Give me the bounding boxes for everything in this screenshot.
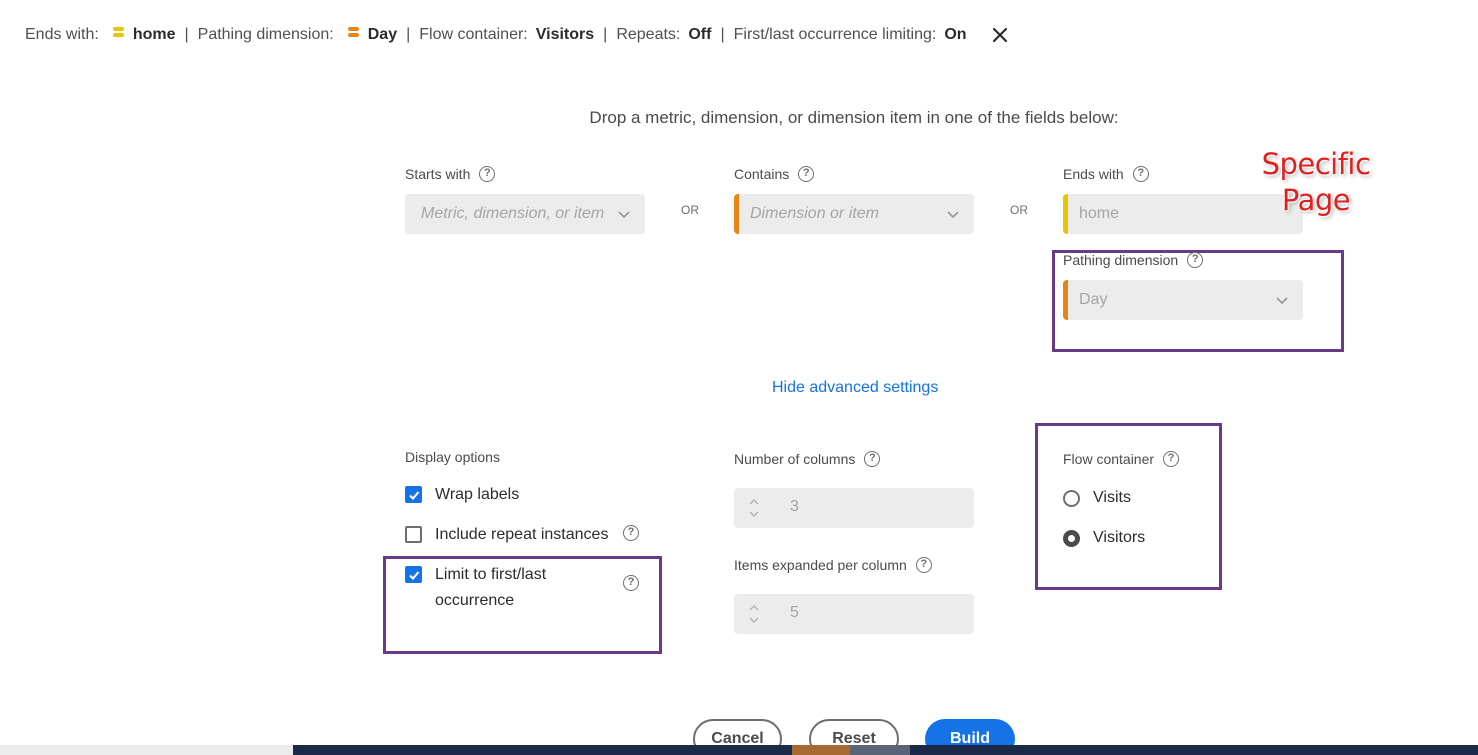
contains-placeholder: Dimension or item — [750, 205, 879, 222]
annotation-line: Specific — [1261, 147, 1371, 181]
path-summary-bar: Ends with: home | Pathing dimension: Day… — [25, 22, 1009, 48]
help-icon[interactable]: ? — [864, 451, 881, 467]
summary-flow-container-label: Flow container: — [419, 26, 528, 43]
help-icon[interactable]: ? — [623, 575, 639, 591]
items-expanded-label-text: Items expanded per column — [734, 557, 907, 573]
or-label: OR — [1010, 203, 1028, 217]
chevron-down-icon[interactable] — [946, 207, 960, 221]
radio-unselected-icon[interactable] — [1063, 489, 1080, 507]
summary-repeats-label: Repeats: — [616, 26, 681, 43]
number-of-columns-value: 3 — [790, 498, 799, 515]
flow-container-label: Flow container ? — [1063, 451, 1180, 467]
radio-visits-label: Visits — [1093, 489, 1131, 506]
radio-visitors-label: Visitors — [1093, 529, 1146, 546]
pathing-dimension-label: Pathing dimension ? — [1063, 252, 1204, 268]
summary-ends-with-value: home — [132, 26, 176, 43]
pathing-dimension-dropzone[interactable]: Day — [1063, 280, 1303, 320]
display-options-title: Display options — [405, 449, 500, 465]
include-repeat-instances-checkbox[interactable]: Include repeat instances — [405, 522, 608, 548]
item-color-stripe — [1063, 194, 1068, 234]
help-icon[interactable]: ? — [798, 166, 815, 182]
limit-first-last-label: Limit to first/last occurrence — [435, 562, 546, 614]
summary-separator: | — [406, 26, 411, 43]
starts-with-label: Starts with ? — [405, 166, 496, 182]
help-icon[interactable]: ? — [1163, 451, 1180, 467]
number-of-columns-label: Number of columns ? — [734, 451, 881, 467]
contains-dropzone[interactable]: Dimension or item — [734, 194, 974, 234]
summary-pathing-dimension-label: Pathing dimension: — [197, 26, 334, 43]
starts-with-placeholder: Metric, dimension, or item — [421, 205, 605, 222]
taskbar-item — [792, 745, 850, 755]
close-icon[interactable] — [991, 26, 1009, 44]
summary-separator: | — [603, 26, 608, 43]
items-expanded-label: Items expanded per column ? — [734, 557, 932, 573]
hide-advanced-settings-link[interactable]: Hide advanced settings — [772, 379, 938, 397]
summary-pathing-dimension-value: Day — [367, 26, 398, 43]
items-expanded-stepper[interactable]: 5 — [734, 594, 974, 634]
wrap-labels-label: Wrap labels — [435, 486, 520, 503]
chevron-down-icon[interactable] — [617, 207, 631, 221]
number-of-columns-stepper[interactable]: 3 — [734, 488, 974, 528]
help-icon[interactable]: ? — [623, 525, 639, 541]
stepper-arrows-icon[interactable] — [748, 602, 760, 626]
summary-separator: | — [184, 26, 189, 43]
pathing-dimension-value: Day — [1079, 291, 1108, 308]
include-repeat-instances-label: Include repeat instances — [435, 526, 609, 543]
checkbox-unchecked-icon[interactable] — [405, 526, 422, 543]
dimension-item-icon — [112, 26, 124, 37]
summary-ends-with-label: Ends with: — [25, 26, 99, 43]
starts-with-dropzone[interactable]: Metric, dimension, or item — [405, 194, 645, 234]
annotation-line: Page — [1281, 183, 1351, 217]
summary-limiting-label: First/last occurrence limiting: — [733, 26, 937, 43]
annotation-specific-page: Specific Page — [1250, 146, 1382, 218]
ends-with-value: home — [1079, 205, 1120, 222]
dimension-icon — [347, 26, 359, 37]
limit-first-last-checkbox[interactable]: Limit to first/last occurrence — [405, 562, 546, 614]
chevron-down-icon[interactable] — [1275, 293, 1289, 307]
limit-first-last-label-line2: occurrence — [435, 592, 515, 609]
drop-instruction: Drop a metric, dimension, or dimension i… — [589, 108, 1119, 127]
radio-visits[interactable]: Visits — [1063, 489, 1131, 507]
ends-with-label-text: Ends with — [1063, 166, 1124, 182]
ends-with-label: Ends with ? — [1063, 166, 1149, 182]
radio-visitors[interactable]: Visitors — [1063, 529, 1145, 547]
help-icon[interactable]: ? — [479, 166, 496, 182]
limit-first-last-label-line1: Limit to first/last — [435, 566, 547, 583]
contains-label: Contains ? — [734, 166, 815, 182]
number-of-columns-label-text: Number of columns — [734, 451, 856, 467]
flow-container-label-text: Flow container — [1063, 451, 1155, 467]
summary-separator: | — [720, 26, 725, 43]
pathing-dimension-label-text: Pathing dimension — [1063, 252, 1179, 268]
stepper-arrows-icon[interactable] — [748, 496, 760, 520]
help-icon[interactable]: ? — [1132, 166, 1149, 182]
summary-repeats-value: Off — [688, 26, 712, 43]
radio-selected-icon[interactable] — [1063, 529, 1080, 547]
help-icon[interactable]: ? — [915, 557, 932, 573]
summary-flow-container-value: Visitors — [535, 26, 595, 43]
dimension-color-stripe — [1063, 280, 1068, 320]
contains-label-text: Contains — [734, 166, 790, 182]
items-expanded-value: 5 — [790, 604, 799, 621]
taskbar-item — [850, 745, 910, 755]
summary-limiting-value: On — [944, 26, 967, 43]
checkbox-checked-icon[interactable] — [405, 566, 422, 583]
help-icon[interactable]: ? — [1187, 252, 1204, 268]
wrap-labels-checkbox[interactable]: Wrap labels — [405, 482, 519, 508]
starts-with-label-text: Starts with — [405, 166, 471, 182]
or-label: OR — [681, 203, 699, 217]
checkbox-checked-icon[interactable] — [405, 486, 422, 503]
dimension-color-stripe — [734, 194, 739, 234]
